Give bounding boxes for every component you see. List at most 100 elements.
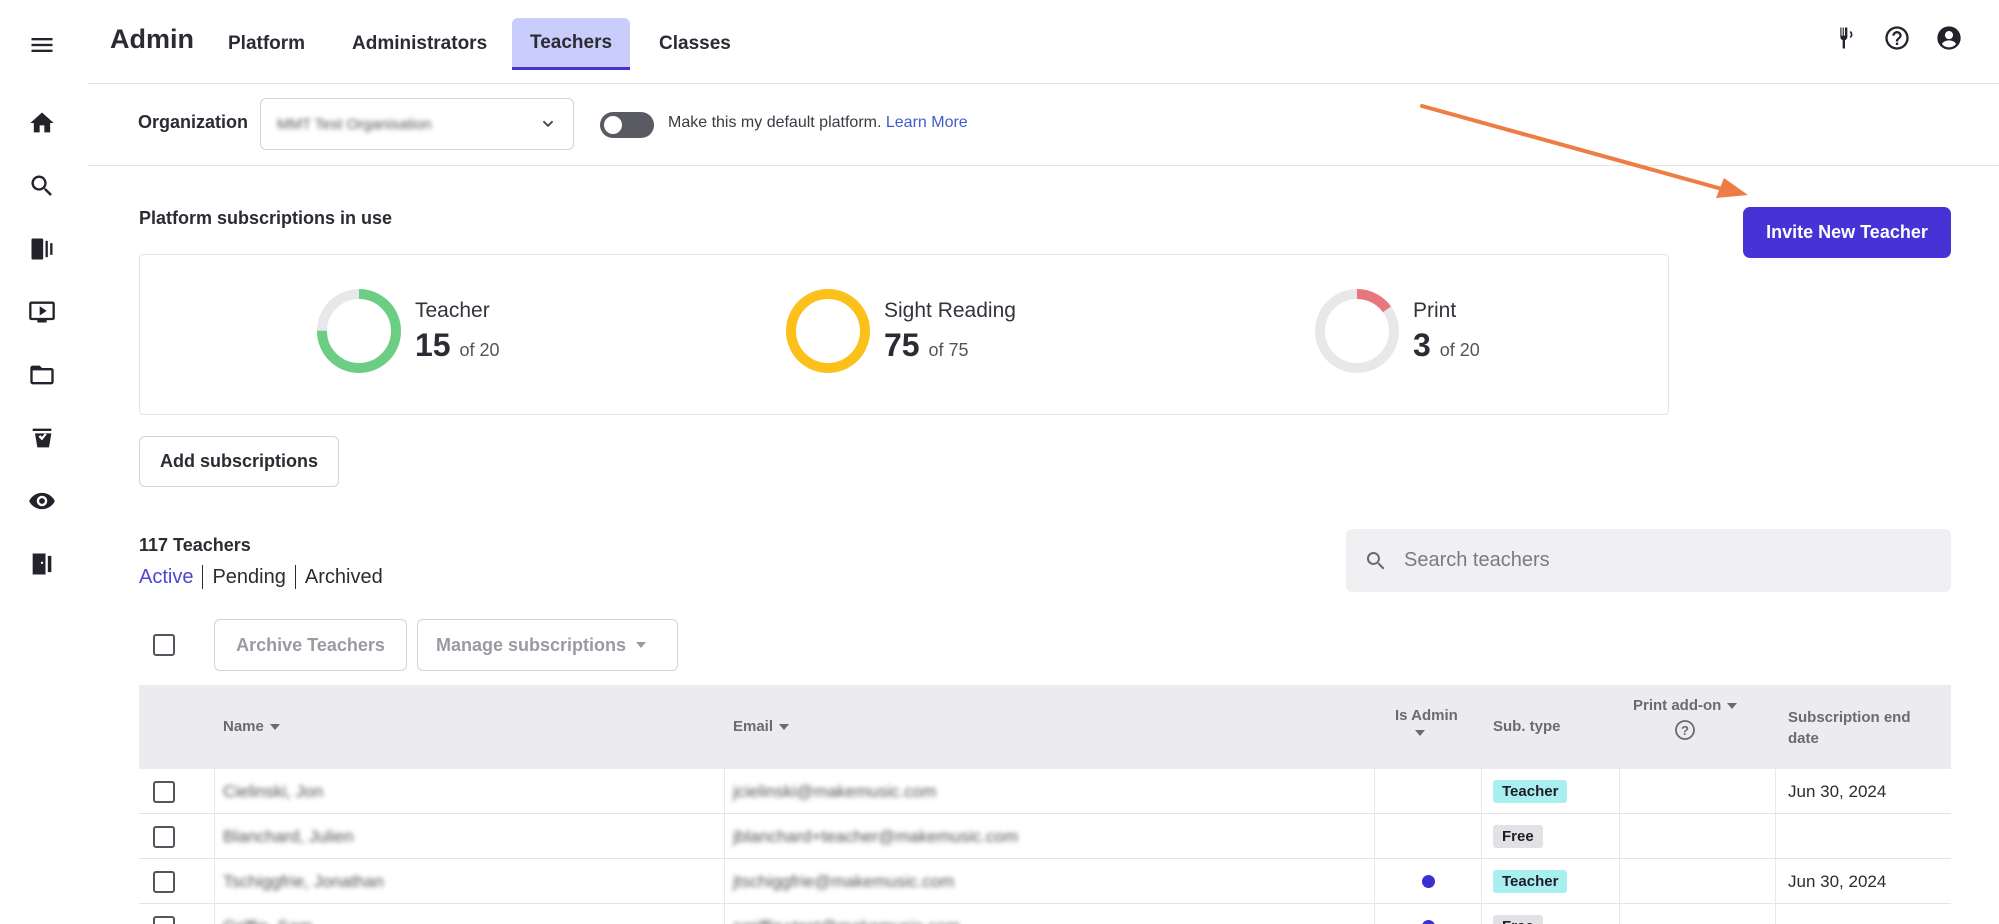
organization-bar: Organization MMT Test Organisation Make … [88,84,1999,166]
tab-classes[interactable]: Classes [641,18,749,70]
cell-divider [1775,859,1776,904]
subscription-meter-print: Print 3 of 20 [1313,287,1480,375]
sort-icon [1727,703,1738,710]
cell-divider [214,859,215,904]
column-email-label: Email [733,718,774,735]
sort-icon [269,724,280,731]
donut-sight-reading [786,289,870,373]
help-icon[interactable] [1883,24,1911,57]
subscription-end-date: Jun 30, 2024 [1788,781,1887,801]
teachers-count: 117 Teachers [139,535,251,555]
teacher-email: jblanchard+teacher@makemusic.com [733,826,1019,846]
svg-text:?: ? [1681,723,1689,738]
column-sub-end-line2: date [1788,730,1819,747]
sidebar [0,0,84,924]
meter-used: 75 [884,326,920,363]
invite-new-teacher-button[interactable]: Invite New Teacher [1743,207,1951,258]
teacher-name[interactable]: Blanchard, Julien [223,814,353,859]
caret-down-icon [636,642,647,648]
column-subscription-end[interactable]: Subscription end date [1788,707,1911,749]
column-sub-end-line1: Subscription end [1788,709,1911,726]
teacher-email: sgriffin+test@makemusic.com [733,904,960,924]
video-icon[interactable] [22,292,62,332]
column-print-addon[interactable]: Print add-on ? [1633,697,1738,746]
search-icon[interactable] [22,166,62,206]
tab-teachers[interactable]: Teachers [512,18,631,70]
sub-type-badge: Free [1493,825,1543,848]
default-platform-text: Make this my default platform. Learn Mor… [668,114,968,132]
subscription-end-date: Jun 30, 2024 [1788,871,1887,891]
cell-divider [1619,769,1620,814]
sort-icon [779,724,790,731]
menu-icon[interactable] [22,25,62,65]
is-admin-indicator [1422,875,1435,888]
meter-of: of 20 [459,339,500,360]
filter-divider [202,565,204,589]
teacher-name[interactable]: Cielinski, Jon [223,769,323,814]
cell-divider [214,814,215,859]
eye-icon[interactable] [22,481,62,521]
tab-platform[interactable]: Platform [210,18,323,70]
exit-icon[interactable] [22,544,62,584]
cell-divider [214,904,215,924]
archive-teachers-button[interactable]: Archive Teachers [214,619,407,671]
column-is-admin-label: Is Admin [1395,707,1458,724]
sub-type-badge: Free [1493,915,1543,924]
folder-icon[interactable] [22,355,62,395]
home-icon[interactable] [22,103,62,143]
select-all-checkbox[interactable] [153,634,175,656]
cell-divider [724,769,725,814]
cell-divider [1481,859,1482,904]
default-platform-label: Make this my default platform. [668,114,882,131]
filter-active[interactable]: Active [139,566,193,589]
filter-divider [294,565,296,589]
add-subscriptions-button[interactable]: Add subscriptions [139,436,339,487]
library-icon[interactable] [22,229,62,269]
subscription-meter-teacher: Teacher 15 of 20 [315,287,500,375]
row-checkbox[interactable] [153,915,175,924]
sub-type-badge: Teacher [1493,780,1568,803]
manage-subscriptions-button[interactable]: Manage subscriptions [417,619,678,671]
table-row[interactable]: Griffin, Sam sgriffin+test@makemusic.com F… [139,904,1951,924]
organization-select[interactable]: MMT Test Organisation [260,98,574,150]
row-checkbox[interactable] [153,780,175,803]
help-icon[interactable]: ? [1673,718,1697,742]
teacher-email: jtschiggfrie@makemusic.com [733,871,955,891]
meter-name: Sight Reading [884,298,1016,322]
table-row[interactable]: Blanchard, Julien jblanchard+teacher@make… [139,814,1951,859]
subscriptions-title: Platform subscriptions in use [139,208,393,228]
organization-value: MMT Test Organisation [277,115,432,133]
filter-archived[interactable]: Archived [305,566,383,589]
account-icon[interactable] [1935,24,1963,57]
app-title: Admin [110,24,194,54]
top-nav: Admin Platform Administrators Teachers C… [88,0,1999,84]
column-sub-type[interactable]: Sub. type [1493,718,1561,735]
meter-name: Teacher [415,298,490,322]
default-platform-toggle[interactable] [600,112,654,138]
search-teachers-input[interactable] [1404,549,1904,572]
row-checkbox[interactable] [153,870,175,893]
teacher-name[interactable]: Tschiggfrie, Jonathan [223,859,384,904]
column-name[interactable]: Name [223,718,280,735]
tuner-icon[interactable] [1831,24,1859,57]
table-row[interactable]: Cielinski, Jon jcielinski@makemusic.com Te… [139,769,1951,814]
column-is-admin[interactable]: Is Admin [1395,707,1458,741]
cell-divider [1619,859,1620,904]
meter-of: of 20 [1439,339,1480,360]
cell-divider [1374,859,1375,904]
meter-name: Print [1413,298,1457,322]
chevron-down-icon [542,120,554,128]
filter-pending[interactable]: Pending [212,566,285,589]
assignment-icon[interactable] [22,418,62,458]
row-checkbox[interactable] [153,825,175,848]
table-row[interactable]: Tschiggfrie, Jonathan jtschiggfrie@makemu… [139,859,1951,904]
teacher-name[interactable]: Griffin, Sam [223,904,312,924]
cell-divider [1374,769,1375,814]
sub-type-badge: Teacher [1493,870,1568,893]
tab-administrators[interactable]: Administrators [334,18,505,70]
meter-used: 3 [1413,326,1431,363]
cell-divider [1481,814,1482,859]
learn-more-link[interactable]: Learn More [886,114,968,131]
column-email[interactable]: Email [733,718,790,735]
search-box [1346,529,1951,592]
